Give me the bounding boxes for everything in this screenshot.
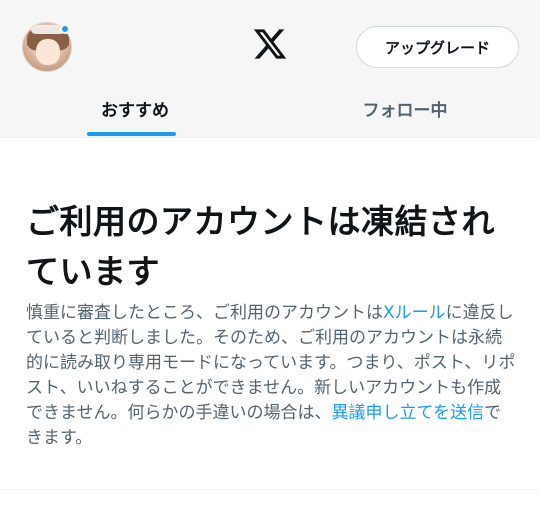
notification-dot [60, 24, 70, 34]
notice-title: ご利用のアカウントは凍結されています [26, 202, 495, 291]
top-header: アップグレード おすすめ フォロー中 [0, 0, 540, 138]
suspension-notice: ご利用のアカウントは凍結されています 慎重に審査したところ、ご利用のアカウントは… [0, 139, 540, 529]
x-logo-icon[interactable] [252, 26, 288, 62]
avatar-face [36, 39, 60, 65]
upgrade-button[interactable]: アップグレード [356, 26, 519, 68]
notice-body: 慎重に審査したところ、ご利用のアカウントはXルールに違反していると判断しました。… [26, 301, 518, 451]
avatar-button[interactable] [22, 22, 72, 72]
x-rules-link[interactable]: Xルール [383, 303, 446, 323]
divider [0, 489, 540, 490]
tab-label: フォロー中 [362, 101, 448, 121]
active-tab-indicator [87, 132, 176, 136]
tab-for-you[interactable]: おすすめ [0, 84, 270, 134]
tab-label: おすすめ [101, 101, 169, 121]
notice-text-1: 慎重に審査したところ、ご利用のアカウントは [26, 303, 383, 323]
tab-following[interactable]: フォロー中 [270, 84, 540, 134]
appeal-link[interactable]: 異議申し立てを送信 [332, 403, 485, 423]
